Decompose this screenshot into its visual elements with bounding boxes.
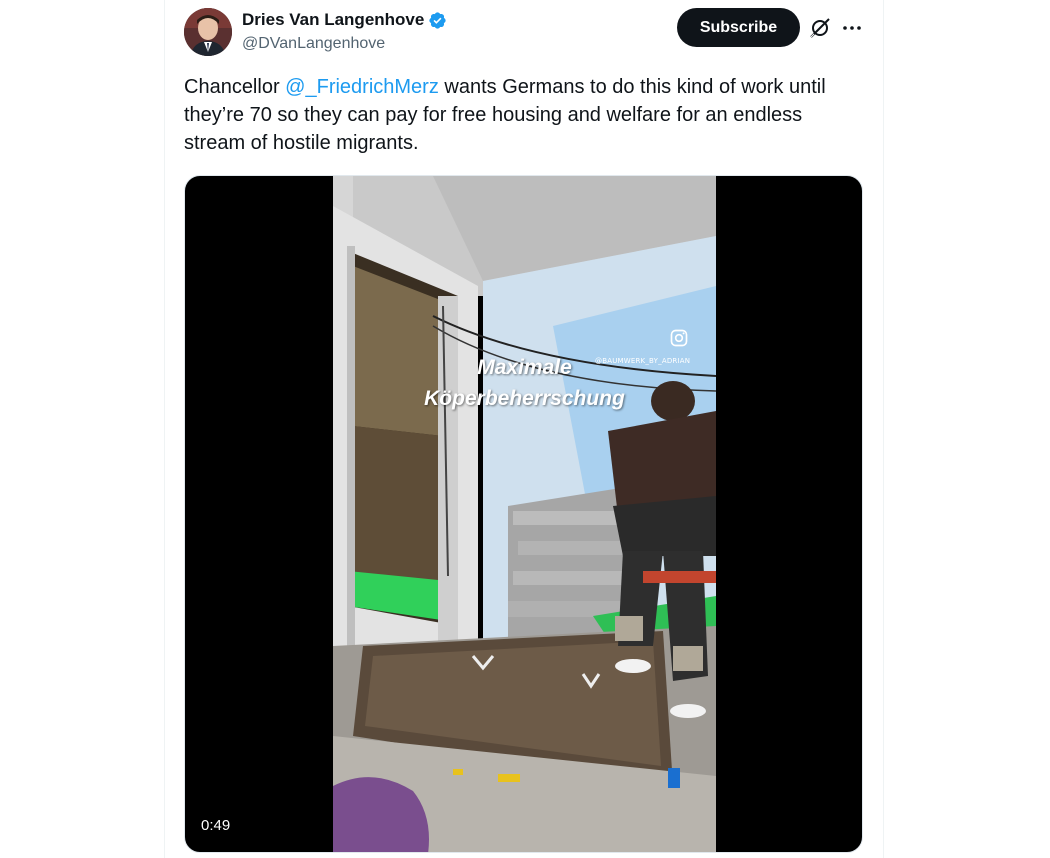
instagram-icon — [669, 328, 689, 348]
video-player[interactable]: Maximale Köperbeherrschung @BAUMWERK_BY_… — [184, 175, 863, 853]
more-options-icon[interactable] — [840, 16, 864, 40]
timeline-border-left — [164, 0, 165, 858]
mention-link[interactable]: @_FriedrichMerz — [285, 76, 439, 98]
video-duration: 0:49 — [201, 817, 231, 834]
subscribe-button[interactable]: Subscribe — [677, 8, 800, 47]
video-frame[interactable]: Maximale Köperbeherrschung @BAUMWERK_BY_… — [333, 176, 716, 852]
video-caption-line2: Köperbeherrschung — [424, 387, 625, 410]
author-handle[interactable]: @DVanLangenhove — [242, 35, 385, 53]
tweet-page: Dries Van Langenhove @DVanLangenhove Sub… — [0, 0, 1050, 858]
avatar[interactable] — [184, 8, 232, 56]
grok-icon[interactable] — [808, 16, 832, 40]
author-display-name[interactable]: Dries Van Langenhove — [242, 10, 424, 30]
timeline-border-right — [883, 0, 884, 858]
author-name-row[interactable]: Dries Van Langenhove — [242, 10, 447, 30]
tweet-text: Chancellor @_FriedrichMerz wants Germans… — [184, 73, 864, 157]
tweet-text-part1: Chancellor — [184, 76, 286, 98]
video-watermark: @BAUMWERK_BY_ADRIAN — [595, 357, 691, 365]
verified-badge-icon — [428, 11, 447, 30]
